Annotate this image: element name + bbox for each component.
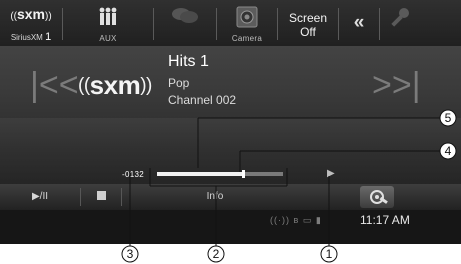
callout-overlay: 5 4 3 2 1 — [121, 109, 457, 263]
callout-1-label: 1 — [326, 247, 333, 261]
callout-4-label: 4 — [445, 144, 452, 158]
callout-3-label: 3 — [127, 247, 134, 261]
callout-2-label: 2 — [213, 247, 220, 261]
callout-5-label: 5 — [445, 111, 452, 125]
